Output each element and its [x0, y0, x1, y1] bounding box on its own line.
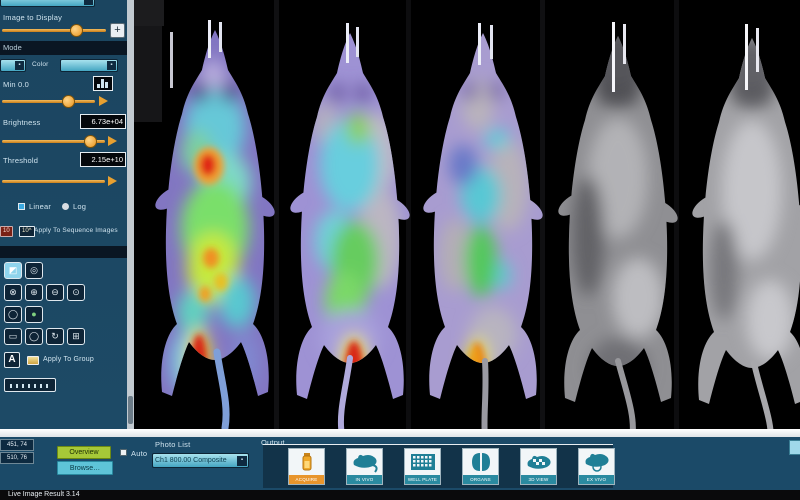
section-divider	[0, 246, 127, 258]
slider-arrow-icon[interactable]	[108, 136, 117, 146]
color-label: Color	[32, 61, 49, 68]
scrollbar-thumb[interactable]	[128, 396, 133, 424]
bottom-toolbar: 451, 74 510, 76 Overview Browse… Auto Ph…	[0, 437, 800, 490]
rect-roi-tool[interactable]: ▭	[4, 328, 22, 345]
brightness-slider-handle[interactable]	[84, 135, 97, 148]
db-chip[interactable]: 10	[0, 226, 13, 237]
zoom-out-tool[interactable]: ⊖	[46, 284, 64, 301]
scroll-corner-button[interactable]	[789, 440, 800, 455]
add-button[interactable]: +	[110, 23, 125, 38]
chevron-down-icon[interactable]: ▪	[84, 0, 93, 5]
mouse-subject-2	[288, 23, 412, 429]
mouse-icon	[347, 449, 382, 475]
mouse-scan-icon	[521, 449, 556, 475]
mouse-subject-4	[556, 22, 680, 429]
top-dropdown[interactable]: ▪	[0, 0, 95, 7]
log-scale-icon[interactable]: 10^	[19, 226, 35, 237]
circle-roi-tool[interactable]: ◯	[25, 328, 43, 345]
ex-vivo-button[interactable]: EX VIVO	[578, 448, 615, 485]
mouse-subject-5	[690, 24, 800, 429]
surface-button[interactable]: 3D VIEW	[520, 448, 557, 485]
histogram-button[interactable]	[93, 76, 113, 91]
slider-arrow-icon[interactable]	[99, 96, 108, 106]
min-slider[interactable]	[2, 100, 95, 103]
rotate-tool[interactable]: ↻	[46, 328, 64, 345]
sphere-roi-tool[interactable]: ●	[25, 306, 43, 323]
annotate-button[interactable]: A	[4, 352, 20, 368]
slider-arrow-icon[interactable]	[108, 176, 117, 186]
chevron-down-icon[interactable]: ▪	[107, 61, 116, 70]
chevron-down-icon[interactable]: ▪	[15, 61, 24, 70]
chevron-down-icon[interactable]: ▪	[237, 456, 247, 466]
log-radio[interactable]	[62, 203, 69, 210]
mouse2-icon	[579, 449, 614, 475]
status-text: Live Image Result 3.14	[8, 491, 80, 498]
zoom-in-tool[interactable]: ⊕	[25, 284, 43, 301]
overview-button[interactable]: Overview	[57, 446, 111, 459]
brightness-value[interactable]: 6.73e+04	[80, 114, 126, 129]
photo-list-label: Photo List	[155, 440, 190, 449]
apply-group-label[interactable]: Apply To Group	[43, 356, 94, 363]
palette-icon[interactable]	[27, 356, 39, 365]
status-bar: Live Image Result 3.14	[0, 490, 800, 500]
min-label: Min 0.0	[3, 80, 29, 89]
ellipse-roi-tool[interactable]: ◯	[4, 306, 22, 323]
auto-checkbox-label: Auto	[131, 449, 147, 458]
organs-button[interactable]: ORGANS	[462, 448, 499, 485]
color-dropdown-left[interactable]: ▪	[0, 59, 26, 72]
well-plate-button[interactable]: WELL PLATE	[404, 448, 441, 485]
image-viewer[interactable]	[134, 0, 800, 429]
browse-button[interactable]: Browse…	[57, 461, 113, 475]
min-slider-handle[interactable]	[62, 95, 75, 108]
pan-tool[interactable]: ◩	[4, 262, 22, 279]
crosshair-tool[interactable]: ◎	[25, 262, 43, 279]
linear-radio-label: Linear	[29, 202, 51, 211]
section-header: Mode	[0, 41, 127, 55]
image-display-slider[interactable]	[2, 29, 106, 32]
tool-palette-panel: ▪ Image to Display + Mode ▪ Color ▪ Min …	[0, 0, 127, 429]
threshold-slider[interactable]	[2, 180, 105, 183]
brightness-label: Brightness	[3, 118, 40, 127]
linear-radio[interactable]	[18, 203, 25, 210]
image-display-label: Image to Display	[3, 13, 62, 22]
zoom-fit-tool[interactable]: ⊗	[4, 284, 22, 301]
sidebar-scrollbar[interactable]	[127, 0, 134, 429]
image-display-slider-handle[interactable]	[70, 24, 83, 37]
threshold-label: Threshold	[3, 156, 38, 165]
imaging-app-window: ▪ Image to Display + Mode ▪ Color ▪ Min …	[0, 0, 800, 500]
threshold-value[interactable]: 2.15e+10	[80, 152, 126, 167]
log-radio-label: Log	[73, 202, 86, 211]
zoom-reset-tool[interactable]: ⊙	[67, 284, 85, 301]
auto-checkbox[interactable]	[120, 449, 127, 456]
in-vivo-button[interactable]: IN VIVO	[346, 448, 383, 485]
horizontal-divider	[0, 429, 800, 437]
grid-roi-tool[interactable]: ⊞	[67, 328, 85, 345]
color-dropdown-right[interactable]: ▪	[60, 59, 118, 72]
readout-bottom[interactable]: 510, 76	[0, 452, 34, 464]
apply-sequence-label[interactable]: Apply To Sequence Images	[34, 227, 118, 234]
well-plate-icon	[405, 449, 440, 475]
brain-icon	[463, 449, 498, 475]
readout-top[interactable]: 451, 74	[0, 439, 34, 451]
ruler-button[interactable]	[4, 378, 56, 392]
vial-icon	[289, 449, 324, 475]
acquire-button[interactable]: ACQUIRE	[288, 448, 325, 485]
photo-list-dropdown[interactable]: Ch1 800.00 Composite ▪	[152, 453, 249, 468]
mouse-image-canvas	[134, 0, 800, 429]
mouse-subject-3	[421, 23, 545, 429]
